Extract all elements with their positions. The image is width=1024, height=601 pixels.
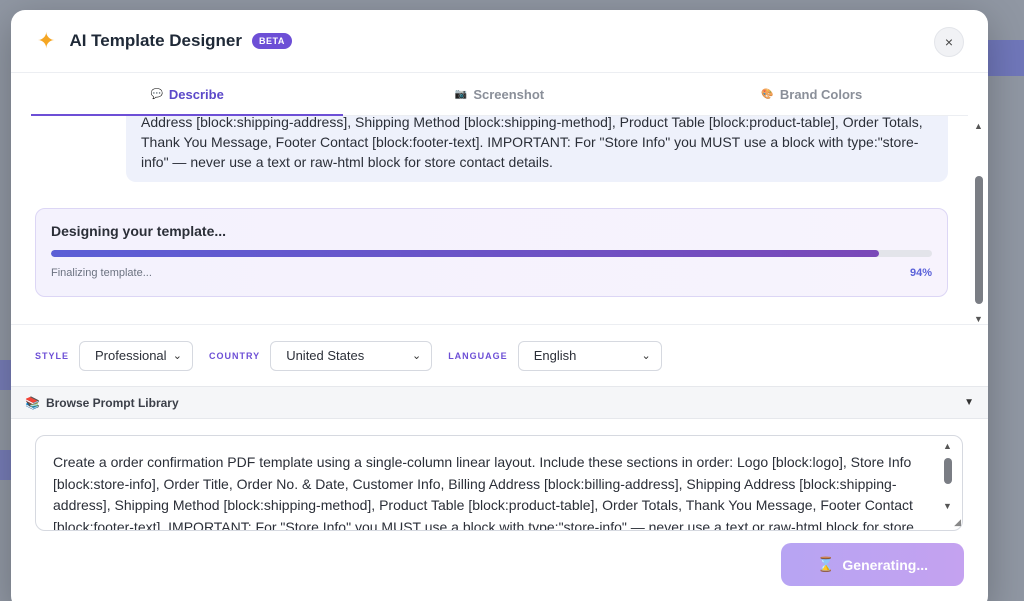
progress-percent: 94% [909,267,932,279]
prompt-textarea[interactable]: Create a order confirmation PDF template… [35,435,963,531]
progress-title: Designing your template... [51,223,227,239]
country-select[interactable]: United States ⌄ [270,340,433,371]
country-value: United States [286,348,365,363]
tab-label: Describe [168,86,224,102]
camera-icon: 📷 [454,88,468,100]
language-value: English [533,348,577,363]
scroll-down-icon[interactable]: ▼ [974,314,983,324]
beta-badge: BETA [252,33,292,49]
language-select[interactable]: English ⌄ [517,340,662,371]
chevron-down-icon: ⌄ [411,350,422,362]
progress-status: Finalizing template... [51,267,152,279]
resize-handle-icon[interactable]: ◢ [954,517,961,528]
generate-button-label: Generating... [842,556,928,573]
tab-screenshot[interactable]: 📷 Screenshot [343,73,655,115]
scroll-down-icon[interactable]: ▼ [943,501,952,511]
tab-brand-colors[interactable]: 🎨 Brand Colors [656,73,968,115]
scrollbar-thumb[interactable] [944,458,952,484]
speech-bubble-icon: 💬 [150,88,163,100]
style-value: Professional [95,348,167,363]
tab-label: Screenshot [473,86,545,102]
options-bar: STYLE Professional ⌄ COUNTRY United Stat… [11,324,988,386]
tab-label: Brand Colors [779,86,863,102]
user-message-bubble: Address [block:shipping-address], Shippi… [126,116,948,182]
scroll-up-icon[interactable]: ▲ [943,441,952,451]
language-label: LANGUAGE [448,350,508,361]
chevron-down-icon: ▼ [964,397,974,408]
chat-scrollbar[interactable]: ▲ ▼ [973,116,985,324]
modal-title: AI Template Designer [69,31,243,50]
chevron-down-icon: ⌄ [641,350,651,362]
hourglass-icon: ⌛ [816,556,835,572]
sparkles-icon: ✦ [37,28,56,53]
scrollbar-thumb[interactable] [975,176,983,304]
progress-fill [51,250,880,257]
prompt-library-label: Browse Prompt Library [45,395,179,410]
generate-button[interactable]: ⌛ Generating... [781,543,964,586]
books-icon: 📚 [25,395,40,410]
tab-describe[interactable]: 💬 Describe [31,73,344,116]
close-button[interactable]: × [934,27,964,57]
close-icon: × [944,34,954,50]
tab-bar: 💬 Describe 📷 Screenshot 🎨 Brand Colors [31,73,968,116]
prompt-library-toggle[interactable]: 📚 Browse Prompt Library ▼ [11,386,988,419]
chat-area[interactable]: Address [block:shipping-address], Shippi… [11,116,988,324]
background-accent [984,40,1024,76]
modal-header: ✦ AI Template Designer BETA × [11,10,988,73]
progress-track [51,250,932,257]
prompt-area: Create a order confirmation PDF template… [11,419,988,531]
scroll-up-icon[interactable]: ▲ [974,121,983,131]
style-select[interactable]: Professional ⌄ [79,340,194,371]
ai-template-designer-modal: ✦ AI Template Designer BETA × 💬 Describe… [11,10,988,601]
prompt-scrollbar[interactable]: ▲ ▼ [942,441,954,531]
palette-icon: 🎨 [761,88,774,100]
style-label: STYLE [35,350,70,361]
progress-card: Designing your template... Finalizing te… [35,208,948,297]
country-label: COUNTRY [209,350,261,361]
chevron-down-icon: ⌄ [172,350,183,362]
